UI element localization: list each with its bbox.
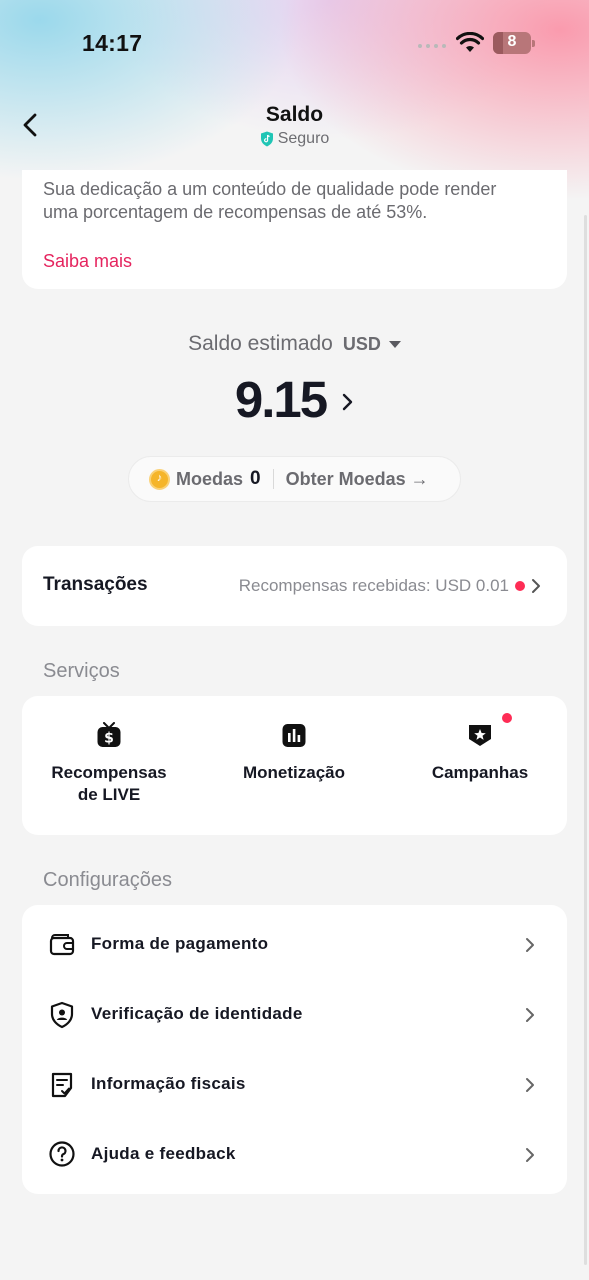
battery-icon: 8 (493, 32, 535, 54)
balance-amount: 9.15 (234, 371, 328, 428)
status-bar: 14:17 8 (0, 0, 589, 86)
chevron-right-icon (526, 1148, 534, 1162)
balance-label: Saldo estimado (188, 332, 333, 355)
service-monetization[interactable]: Monetização (218, 722, 370, 784)
status-time: 14:17 (82, 30, 143, 56)
rewards-info-card: Sua dedicação a um conteúdo de qualidade… (22, 170, 567, 289)
chevron-right-icon (526, 1078, 534, 1092)
dollar-tv-icon: $ (97, 722, 121, 747)
settings-item-payment-method[interactable]: Forma de pagamento (22, 910, 567, 979)
secure-badge: Seguro (0, 130, 589, 148)
notification-dot (515, 581, 525, 591)
page-header: Saldo Seguro (0, 86, 589, 170)
settings-section-title: Configurações (43, 869, 172, 891)
wifi-icon (456, 32, 484, 52)
service-label: Monetização (242, 763, 346, 782)
settings-card: Forma de pagamento Verificação de identi… (22, 905, 567, 1194)
arrow-right-icon: → (410, 468, 429, 489)
coins-label: Moedas (176, 468, 244, 489)
svg-text:$: $ (104, 731, 114, 747)
services-card: $ Recompensas de LIVE Monetização Campan… (22, 696, 567, 835)
chevron-right-icon (342, 393, 353, 410)
services-section-title: Serviços (43, 660, 120, 682)
scrollbar[interactable] (584, 215, 587, 1265)
transactions-card[interactable]: Transações Recompensas recebidas: USD 0.… (22, 546, 567, 626)
settings-item-label: Verificação de identidade (91, 1004, 303, 1023)
cellular-signal-icon (418, 44, 446, 48)
service-label-line2: de LIVE (77, 785, 141, 804)
identity-shield-icon (50, 1001, 74, 1029)
page-title: Saldo (265, 103, 324, 126)
chevron-right-icon (526, 938, 534, 952)
service-live-rewards[interactable]: $ Recompensas de LIVE (30, 722, 188, 806)
bar-chart-icon (282, 724, 306, 747)
balance-amount-row[interactable]: 9.15 (0, 370, 589, 429)
settings-item-help-feedback[interactable]: Ajuda e feedback (22, 1119, 567, 1188)
currency-selector[interactable]: USD (343, 334, 401, 355)
settings-item-label: Ajuda e feedback (91, 1144, 236, 1163)
transactions-title: Transações (43, 574, 148, 595)
caret-down-icon (388, 340, 401, 348)
coin-icon: ♪ (149, 468, 170, 490)
star-shield-icon (469, 725, 491, 746)
pill-divider (272, 469, 274, 489)
secure-shield-icon (260, 131, 273, 147)
estimated-balance-row: Saldo estimado USD (0, 332, 589, 356)
help-icon (49, 1141, 75, 1167)
settings-item-identity-verification[interactable]: Verificação de identidade (22, 979, 567, 1048)
rewards-info-text: Sua dedicação a um conteúdo de qualidade… (43, 179, 497, 222)
coins-value: 0 (250, 468, 261, 489)
chevron-right-icon (532, 579, 540, 593)
battery-level: 8 (507, 33, 517, 50)
transactions-summary: Recompensas recebidas: USD 0.01 (238, 576, 509, 595)
wallet-icon (49, 934, 75, 956)
learn-more-link[interactable]: Saiba mais (43, 251, 132, 272)
service-label: Campanhas (431, 763, 529, 782)
settings-item-tax-info[interactable]: Informação fiscais (22, 1049, 567, 1118)
secure-label: Seguro (277, 130, 330, 147)
tax-document-icon (51, 1072, 73, 1098)
campaigns-notification-dot (502, 713, 512, 723)
coins-pill: ♪ Moedas 0 Obter Moedas → (128, 456, 461, 502)
settings-item-label: Forma de pagamento (91, 934, 269, 953)
service-label: Recompensas (51, 763, 167, 782)
chevron-right-icon (526, 1008, 534, 1022)
settings-item-label: Informação fiscais (91, 1074, 246, 1093)
get-coins-button[interactable]: Obter Moedas (286, 469, 406, 490)
currency-label: USD (342, 333, 381, 354)
service-campaigns[interactable]: Campanhas (405, 722, 555, 784)
